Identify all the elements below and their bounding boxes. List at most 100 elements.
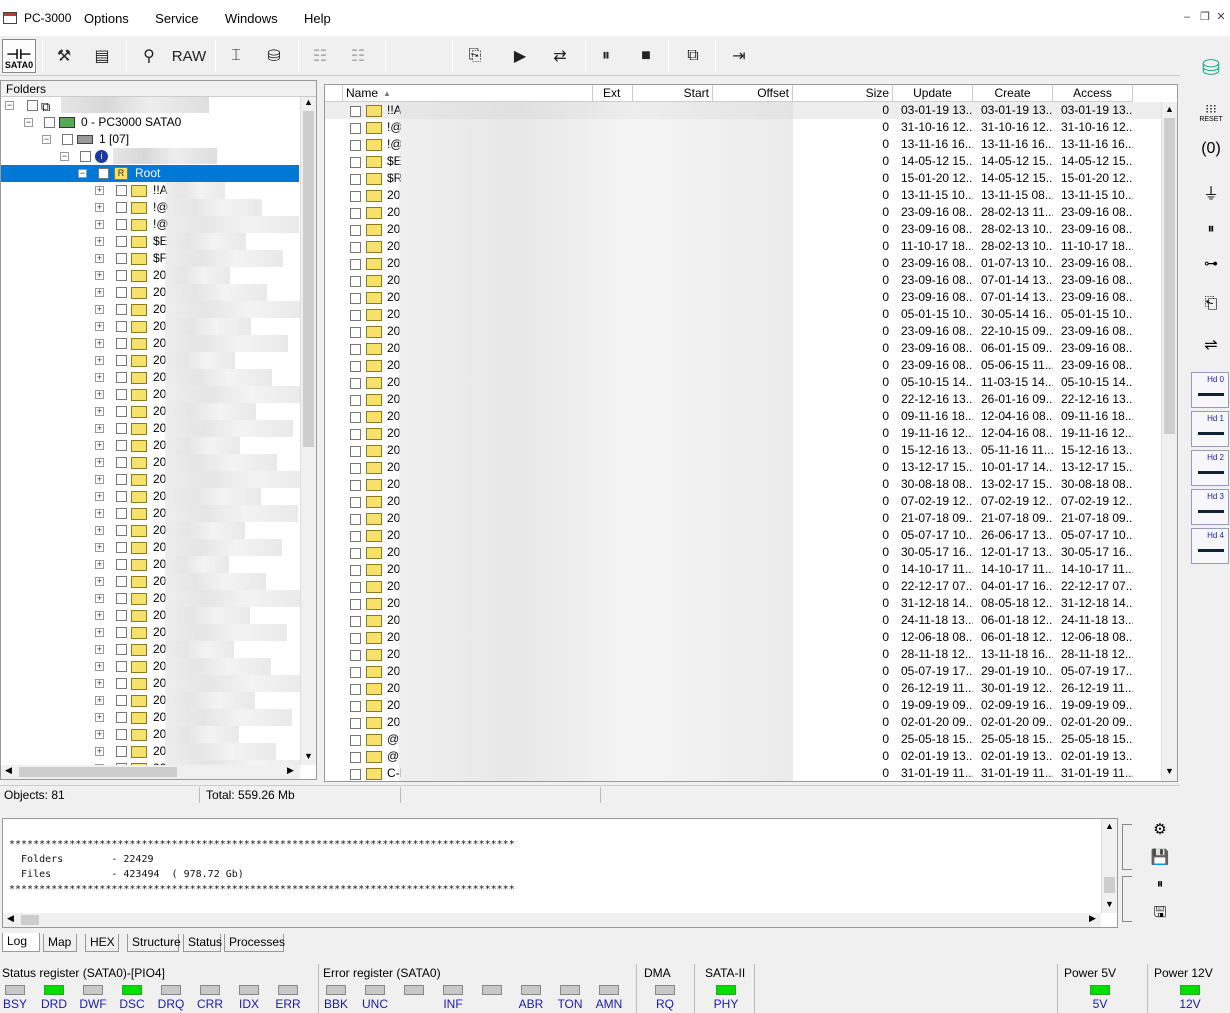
tree-row-folder[interactable]: + $F	[1, 250, 299, 267]
switch-icon[interactable]: ⇌	[1196, 335, 1226, 361]
tree-row-folder[interactable]: +20	[1, 590, 301, 607]
checkbox[interactable]	[350, 344, 361, 355]
expand-icon[interactable]: +	[95, 186, 104, 195]
plug-icon[interactable]: ⏚	[1196, 180, 1226, 206]
checkbox[interactable]	[350, 395, 361, 406]
restore-icon[interactable]: ❐	[1198, 10, 1212, 24]
disk-icon[interactable]: ⛁	[260, 40, 288, 72]
checkbox[interactable]	[116, 236, 127, 247]
expand-icon[interactable]: +	[95, 373, 104, 382]
checkbox[interactable]	[116, 576, 127, 587]
checkbox[interactable]	[116, 185, 127, 196]
tree-row-pc3000[interactable]: − 0 - PC3000 SATA0	[1, 114, 299, 131]
checkbox[interactable]	[116, 270, 127, 281]
tab-hex[interactable]: HEX	[85, 934, 119, 952]
checkbox[interactable]	[116, 627, 127, 638]
tab-log[interactable]: Log	[2, 933, 40, 952]
script-icon[interactable]: ▤	[88, 40, 116, 72]
expand-icon[interactable]: +	[95, 645, 104, 654]
checkbox[interactable]	[116, 457, 127, 468]
tree-row-folder[interactable]: +20	[1, 420, 299, 437]
expand-icon[interactable]: +	[95, 611, 104, 620]
checkbox[interactable]	[350, 480, 361, 491]
exit-icon[interactable]: ⇥	[724, 40, 754, 72]
checkbox[interactable]	[116, 423, 127, 434]
tab-status[interactable]: Status	[183, 934, 222, 952]
clipboard-icon[interactable]: ⎗	[1196, 295, 1226, 321]
tree-row-folder[interactable]: +20	[1, 403, 299, 420]
expand-icon[interactable]: +	[95, 577, 104, 586]
tab-map[interactable]: Map	[43, 934, 77, 952]
checkbox[interactable]	[350, 463, 361, 474]
expand-icon[interactable]: +	[95, 339, 104, 348]
expand-icon[interactable]: +	[95, 526, 104, 535]
checkbox[interactable]	[350, 429, 361, 440]
sata0-button[interactable]: ⊣⊢ SATA0	[2, 39, 36, 73]
tree-row-folder[interactable]: +20	[1, 284, 299, 301]
expand-icon[interactable]: +	[95, 475, 104, 484]
checkbox[interactable]	[350, 701, 361, 712]
expand-icon[interactable]: +	[95, 543, 104, 552]
tree-row-folder[interactable]: +20	[1, 709, 299, 726]
bus-icon[interactable]: ⊶	[1196, 255, 1226, 281]
play-icon[interactable]: ▶	[505, 40, 535, 72]
tree-row-folder[interactable]: +20	[1, 437, 299, 454]
checkbox[interactable]	[116, 729, 127, 740]
close-icon[interactable]: ✕	[1214, 10, 1228, 24]
tree-vscroll[interactable]: ▲ ▼	[300, 97, 316, 765]
checkbox[interactable]	[116, 678, 127, 689]
expand-icon[interactable]: +	[95, 509, 104, 518]
col-size[interactable]: Size	[793, 85, 893, 102]
tree-row-folder[interactable]: +20	[1, 471, 301, 488]
checkbox[interactable]	[116, 202, 127, 213]
checkbox[interactable]	[116, 525, 127, 536]
checkbox[interactable]	[350, 412, 361, 423]
checkbox[interactable]	[116, 287, 127, 298]
col-start[interactable]: Start	[633, 85, 713, 102]
tree-row-volume[interactable]: − i	[1, 148, 299, 165]
checkbox[interactable]	[350, 310, 361, 321]
checkbox[interactable]	[350, 208, 361, 219]
checkbox[interactable]	[350, 242, 361, 253]
tree-row-folder[interactable]: +20	[1, 675, 301, 692]
col-ext[interactable]: Ext	[593, 85, 633, 102]
checkbox[interactable]	[350, 667, 361, 678]
checkbox[interactable]	[116, 338, 127, 349]
expand-icon[interactable]: +	[95, 203, 104, 212]
checkbox[interactable]	[116, 491, 127, 502]
log-hscroll[interactable]: ◀ ▶	[3, 913, 1101, 927]
expand-icon[interactable]: +	[95, 713, 104, 722]
tree-row-folder[interactable]: + !!A	[1, 182, 299, 199]
tree-row-folder[interactable]: + !@	[1, 199, 299, 216]
checkbox[interactable]	[116, 644, 127, 655]
expand-icon[interactable]: +	[95, 679, 104, 688]
checkbox[interactable]	[116, 219, 127, 230]
checkbox[interactable]	[350, 650, 361, 661]
checkbox[interactable]	[350, 735, 361, 746]
log-vscroll[interactable]: ▲ ▼	[1101, 819, 1117, 913]
tree-collapse-icon[interactable]: ☷	[343, 40, 373, 72]
menu-service[interactable]: Service	[155, 11, 198, 26]
checkbox[interactable]	[350, 157, 361, 168]
checkbox[interactable]	[350, 140, 361, 151]
expand-icon[interactable]: +	[95, 696, 104, 705]
col-access[interactable]: Access	[1053, 85, 1133, 102]
checkbox[interactable]	[116, 372, 127, 383]
checkbox[interactable]	[350, 123, 361, 134]
expand-icon[interactable]: +	[95, 594, 104, 603]
save-as-icon[interactable]: 🖫	[1148, 902, 1172, 924]
checkbox[interactable]	[116, 712, 127, 723]
power-cycle-icon[interactable]: (0)	[1196, 140, 1226, 166]
tab-processes[interactable]: Processes	[224, 934, 285, 952]
tree-row-folder[interactable]: +20	[1, 641, 299, 658]
checkbox[interactable]	[116, 695, 127, 706]
checkbox[interactable]	[350, 276, 361, 287]
checkbox[interactable]	[350, 361, 361, 372]
checkbox[interactable]	[116, 746, 127, 757]
expand-icon[interactable]: +	[95, 407, 104, 416]
expand-icon[interactable]: +	[95, 441, 104, 450]
menu-help[interactable]: Help	[304, 11, 331, 26]
expand-icon[interactable]: +	[95, 237, 104, 246]
checkbox[interactable]	[116, 253, 127, 264]
filter-icon[interactable]: ⌶	[222, 40, 250, 72]
